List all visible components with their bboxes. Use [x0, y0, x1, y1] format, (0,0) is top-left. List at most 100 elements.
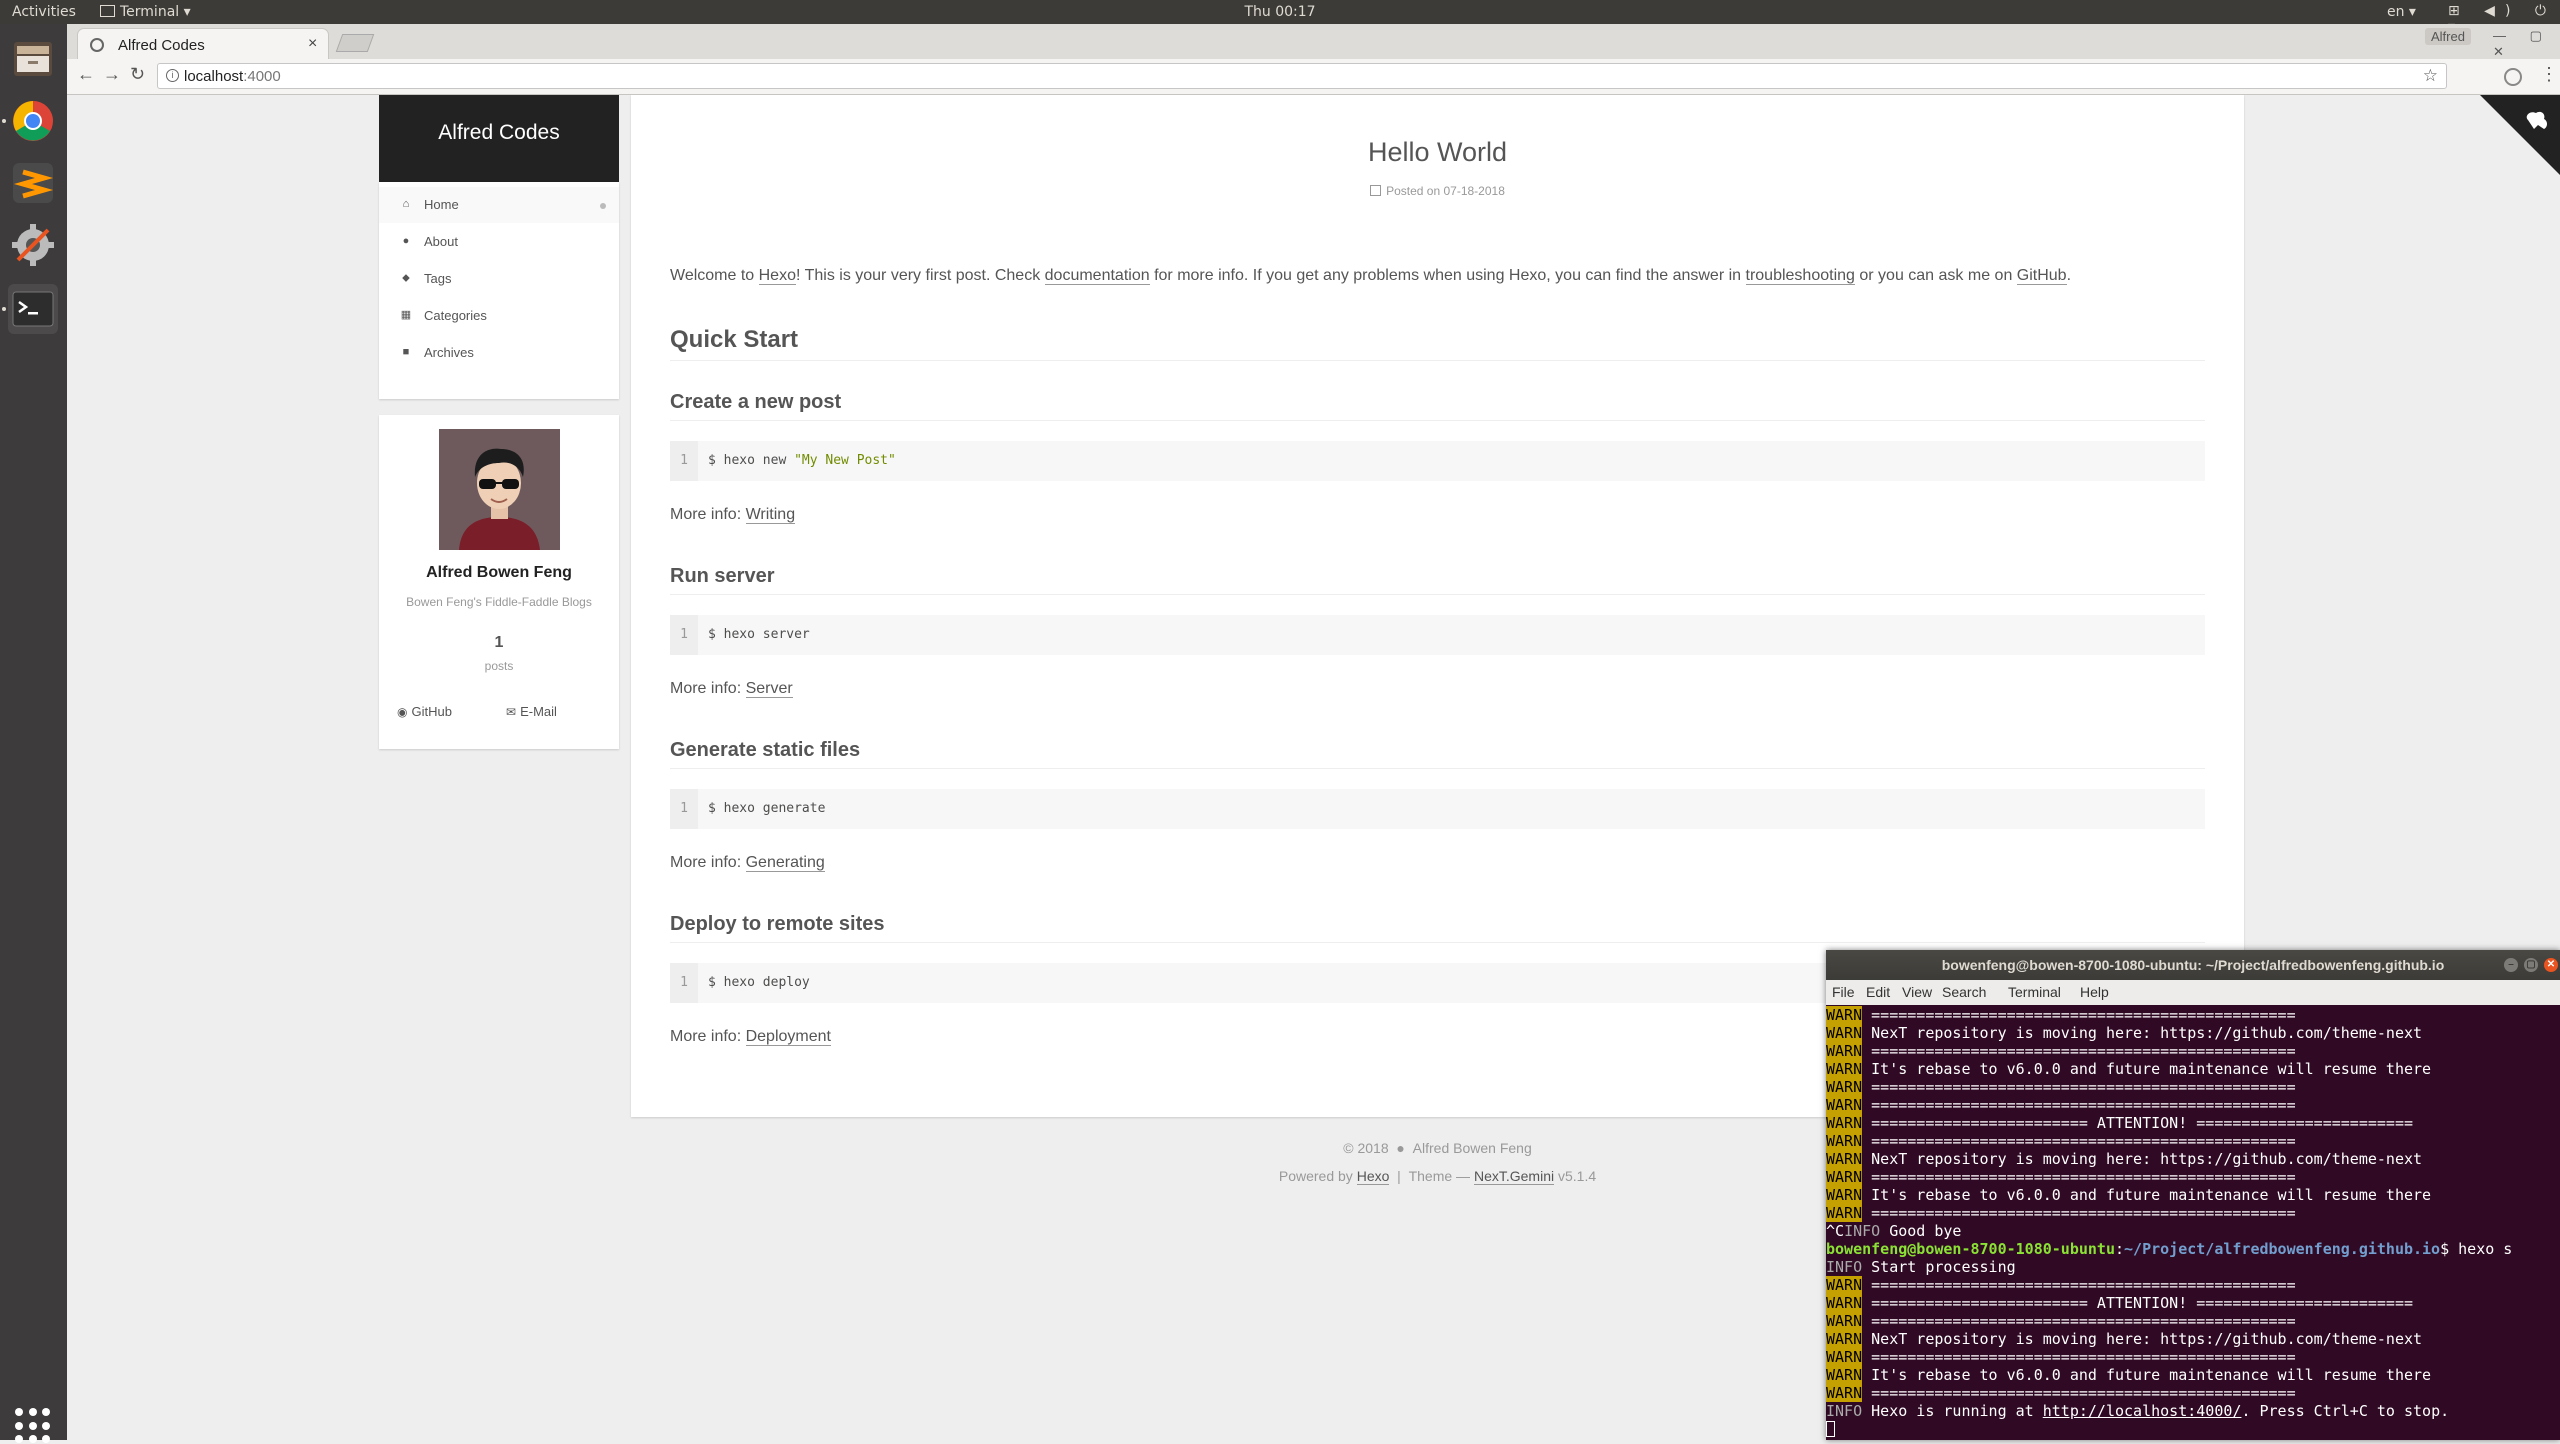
github-post-link[interactable]: GitHub	[2016, 267, 2067, 285]
tags-icon: ⬥	[402, 272, 410, 284]
close-icon[interactable]: ✕	[2544, 958, 2558, 972]
documentation-link[interactable]: documentation	[1044, 267, 1150, 285]
code-block: 1 $ hexo new "My New Post"	[670, 441, 2205, 481]
bookmark-star-icon[interactable]: ☆	[2423, 66, 2438, 86]
author-card: Alfred Bowen Feng Bowen Feng's Fiddle-Fa…	[379, 415, 619, 749]
chrome-app-icon[interactable]	[8, 96, 58, 146]
url-text: localhost:4000	[184, 68, 281, 85]
clock[interactable]: Thu 00:17	[1244, 4, 1315, 20]
settings-app-icon[interactable]	[8, 220, 58, 270]
terminal-title: bowenfeng@bowen-8700-1080-ubuntu: ~/Proj…	[1941, 957, 2445, 973]
terminal-window[interactable]: bowenfeng@bowen-8700-1080-ubuntu: ~/Proj…	[1826, 950, 2560, 1440]
menu-search[interactable]: Search	[1942, 984, 1986, 1000]
dock	[0, 24, 67, 1444]
email-link[interactable]: ✉ E-Mail	[506, 704, 557, 719]
forward-button[interactable]: →	[103, 64, 121, 85]
menu-help[interactable]: Help	[2080, 984, 2109, 1000]
site-brand: Alfred Codes	[379, 95, 619, 182]
localhost-link[interactable]: http://localhost:4000/	[2043, 1402, 2242, 1420]
menu-item-label: Home	[424, 197, 459, 212]
back-button[interactable]: ←	[77, 64, 95, 85]
reload-button[interactable]: ↻	[130, 64, 145, 85]
more-info: More info: Generating	[670, 854, 825, 872]
user-icon: ●	[402, 235, 410, 247]
chrome-running-indicator	[2, 119, 6, 123]
menu-item-label: Tags	[424, 271, 452, 286]
post-title[interactable]: Hello World	[631, 137, 2244, 168]
code-block: 1 $ hexo generate	[670, 789, 2205, 829]
avatar	[439, 429, 560, 550]
menu-view[interactable]: View	[1902, 984, 1932, 1000]
troubleshooting-link[interactable]: troubleshooting	[1745, 267, 1855, 285]
site-info-icon[interactable]: i	[166, 69, 179, 82]
writing-link[interactable]: Writing	[745, 506, 796, 524]
menu-item-label: Archives	[424, 345, 474, 360]
minimize-icon[interactable]: –	[2504, 958, 2518, 972]
browser-toolbar: ← → ↻ i localhost:4000 ☆ ⋮	[67, 59, 2560, 95]
activities-button[interactable]: Activities	[12, 4, 76, 20]
menu-item-categories[interactable]: ▦ Categories	[379, 298, 619, 334]
more-info: More info: Server	[670, 680, 793, 698]
extension-icon[interactable]	[2504, 68, 2522, 86]
terminal-app-icon[interactable]	[8, 284, 58, 334]
heading-run-server: Run server	[670, 565, 2205, 595]
profile-button[interactable]: Alfred	[2425, 28, 2471, 45]
server-link[interactable]: Server	[745, 680, 793, 698]
chrome-menu-icon[interactable]: ⋮	[2540, 64, 2558, 85]
posts-count[interactable]: 1	[379, 634, 619, 652]
terminal-output[interactable]: WARN ===================================…	[1826, 1006, 2560, 1440]
app-menu[interactable]: Terminal ▾	[100, 4, 191, 20]
menu-item-tags[interactable]: ⬥ Tags	[379, 261, 619, 297]
heading-create-post: Create a new post	[670, 391, 2205, 421]
globe-icon	[90, 38, 104, 52]
terminal-app-icon	[100, 5, 115, 17]
heading-generate-static: Generate static files	[670, 739, 2205, 769]
tab-close-icon[interactable]: ×	[308, 35, 317, 53]
menu-item-label: Categories	[424, 308, 487, 323]
generating-link[interactable]: Generating	[745, 854, 825, 872]
more-info: More info: Deployment	[670, 1028, 831, 1046]
deployment-link[interactable]: Deployment	[745, 1028, 831, 1046]
terminal-cursor	[1826, 1421, 1835, 1437]
posts-label: posts	[484, 659, 514, 673]
menu-item-archives[interactable]: ■ Archives	[379, 335, 619, 371]
show-applications-button[interactable]	[15, 1408, 51, 1444]
heading-quick-start: Quick Start	[670, 326, 2205, 361]
github-corner-icon[interactable]	[2480, 95, 2560, 175]
files-app-icon[interactable]	[8, 34, 58, 84]
active-indicator	[600, 203, 606, 209]
footer-hexo-link[interactable]: Hexo	[1356, 1168, 1390, 1185]
menu-file[interactable]: File	[1832, 984, 1855, 1000]
terminal-titlebar[interactable]: bowenfeng@bowen-8700-1080-ubuntu: ~/Proj…	[1826, 950, 2560, 980]
envelope-icon: ✉	[506, 705, 517, 719]
terminal-menubar: File Edit View Search Terminal Help	[1826, 980, 2560, 1005]
site-title[interactable]: Alfred Codes	[379, 121, 619, 145]
more-info: More info: Writing	[670, 506, 796, 524]
browser-tab[interactable]: Alfred Codes ×	[77, 28, 329, 59]
tab-title: Alfred Codes	[118, 37, 205, 54]
menu-terminal[interactable]: Terminal	[2008, 984, 2061, 1000]
maximize-icon[interactable]: ▢	[2524, 958, 2538, 972]
sublime-text-app-icon[interactable]	[8, 158, 58, 208]
menu-item-about[interactable]: ● About	[379, 224, 619, 260]
browser-tab-strip: Alfred Codes × Alfred — ▢ ✕	[67, 24, 2560, 59]
hexo-link[interactable]: Hexo	[758, 267, 796, 285]
language-selector[interactable]: en ▾	[2387, 4, 2416, 20]
new-tab-button[interactable]	[335, 34, 375, 52]
intro-paragraph: Welcome to Hexo! This is your very first…	[670, 267, 2072, 285]
code-block: 1 $ hexo server	[670, 615, 2205, 655]
gnome-top-bar: Activities Terminal ▾ Thu 00:17 en ▾ ⊞ ◀…	[0, 0, 2560, 35]
site-menu: ⌂ Home ● About ⬥ Tags ▦ Categories ■ Arc…	[379, 182, 619, 399]
grid-icon: ▦	[400, 309, 412, 321]
footer-theme-link[interactable]: NexT.Gemini	[1473, 1168, 1555, 1185]
github-icon: ◉	[397, 705, 408, 719]
address-bar[interactable]: i localhost:4000 ☆	[157, 63, 2447, 89]
home-icon: ⌂	[402, 198, 410, 210]
menu-item-home[interactable]: ⌂ Home	[379, 187, 619, 223]
window-controls[interactable]: — ▢ ✕	[2493, 28, 2560, 60]
menu-item-label: About	[424, 234, 458, 249]
author-name: Alfred Bowen Feng	[426, 564, 572, 581]
calendar-icon	[1370, 185, 1382, 196]
github-link[interactable]: ◉ GitHub	[397, 704, 452, 719]
menu-edit[interactable]: Edit	[1866, 984, 1890, 1000]
